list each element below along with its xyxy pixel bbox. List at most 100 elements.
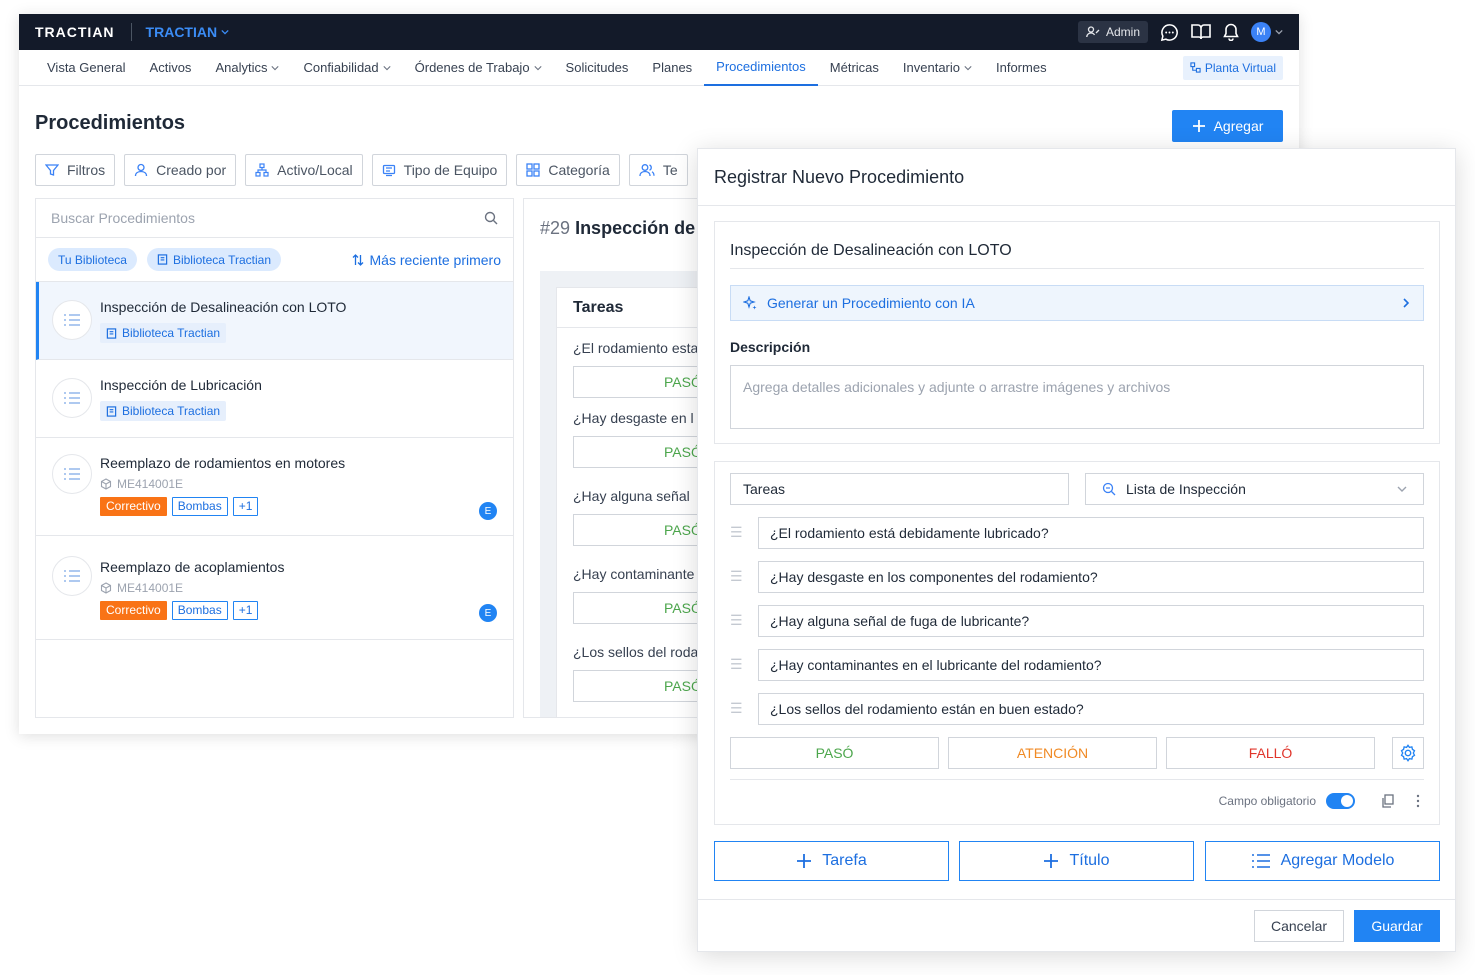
question-input[interactable]: ¿Hay contaminantes en el lubricante del …: [758, 649, 1424, 681]
question-row: ☰ ¿El rodamiento está debidamente lubrica…: [730, 517, 1424, 549]
description-field[interactable]: Agrega detalles adicionales y adjunte o …: [730, 365, 1424, 429]
drag-handle-icon[interactable]: ☰: [730, 613, 743, 627]
bell-icon[interactable]: [1223, 23, 1239, 41]
more-vertical-icon[interactable]: [1413, 794, 1423, 808]
more-tag[interactable]: +1: [232, 497, 259, 516]
more-tag[interactable]: +1: [232, 601, 259, 620]
nav-procedimientos[interactable]: Procedimientos: [704, 50, 818, 86]
procedure-title: Inspección de: [575, 218, 696, 238]
nav-solicitudes[interactable]: Solicitudes: [554, 50, 641, 86]
procedure-name-input[interactable]: Inspección de Desalineación con LOTO: [730, 242, 1424, 269]
company-selector[interactable]: TRACTIAN: [146, 24, 230, 40]
sort-button[interactable]: Más reciente primero: [352, 252, 501, 268]
add-model-button[interactable]: Agregar Modelo: [1205, 841, 1440, 881]
nav-ordenes[interactable]: Órdenes de Trabajo: [403, 50, 554, 86]
sparkle-icon: [743, 296, 757, 310]
generate-ai-button[interactable]: Generar un Procedimiento con IA: [730, 285, 1424, 321]
book-icon[interactable]: [1191, 23, 1211, 41]
library-badge: Biblioteca Tractian: [100, 401, 227, 421]
chevron-down-icon[interactable]: [1275, 28, 1283, 36]
list-item[interactable]: Inspección de Desalineación con LOTO Bib…: [36, 282, 513, 360]
chevron-down-icon: [221, 29, 229, 35]
list-item[interactable]: Inspección de Lubricación Biblioteca Tra…: [36, 360, 513, 438]
question-input[interactable]: ¿El rodamiento está debidamente lubricad…: [758, 517, 1424, 549]
task-question: ¿Hay alguna señal: [573, 488, 690, 504]
nav-inventario[interactable]: Inventario: [891, 50, 984, 86]
nav-label: Procedimientos: [716, 59, 806, 74]
nav-planes[interactable]: Planes: [640, 50, 704, 86]
drag-handle-icon[interactable]: ☰: [730, 525, 743, 539]
drag-handle-icon[interactable]: ☰: [730, 701, 743, 715]
badge-row: Biblioteca Tractian: [100, 323, 513, 344]
option-fail[interactable]: FALLÓ: [1166, 737, 1375, 769]
assignee-avatar: E: [479, 502, 497, 520]
type-tag: Correctivo: [100, 601, 167, 620]
add-button[interactable]: Agregar: [1172, 110, 1283, 142]
chat-icon[interactable]: [1160, 23, 1179, 42]
task-question: ¿Hay contaminante: [573, 566, 695, 582]
list-item[interactable]: Reemplazo de rodamientos en motores ME41…: [36, 438, 513, 536]
filter-label: Filtros: [67, 162, 106, 178]
task-type-select[interactable]: Lista de Inspección: [1085, 473, 1424, 505]
code-label: ME414001E: [117, 477, 184, 491]
description-label: Descripción: [730, 339, 811, 355]
settings-button[interactable]: [1392, 737, 1424, 769]
inspection-icon: [1102, 482, 1116, 496]
drag-handle-icon[interactable]: ☰: [730, 569, 743, 583]
filter-bar: Filtros Creado por Activo/Local Tipo de …: [35, 154, 688, 186]
question-input[interactable]: ¿Hay alguna señal de fuga de lubricante?: [758, 605, 1424, 637]
filter-asset-location[interactable]: Activo/Local: [245, 154, 363, 186]
nav-analytics[interactable]: Analytics: [203, 50, 291, 86]
user-avatar[interactable]: M: [1251, 22, 1271, 42]
add-task-button[interactable]: Tarefa: [714, 841, 949, 881]
company-name: TRACTIAN: [145, 24, 218, 40]
library-tab-tractian[interactable]: Biblioteca Tractian: [146, 248, 281, 271]
procedure-name: Inspección de Desalineación con LOTO: [100, 299, 347, 315]
library-icon: [157, 254, 168, 265]
procedure-number: #29: [540, 218, 571, 238]
plus-icon: [797, 854, 812, 868]
library-tab-mine[interactable]: Tu Biblioteca: [48, 248, 137, 271]
procedure-list-panel: Buscar Procedimientos Tu Biblioteca Bibl…: [35, 198, 514, 718]
chevron-right-icon: [1403, 298, 1410, 308]
required-toggle[interactable]: [1326, 793, 1355, 809]
task-name-input[interactable]: Tareas: [730, 473, 1069, 505]
library-badge: Biblioteca Tractian: [100, 323, 227, 343]
list-icon: [52, 454, 92, 494]
nav-vista-general[interactable]: Vista General: [35, 50, 138, 86]
question-input[interactable]: ¿Los sellos del rodamiento están en buen…: [758, 693, 1424, 725]
task-type-value: Lista de Inspección: [1126, 481, 1246, 497]
nav-confiabilidad[interactable]: Confiabilidad: [291, 50, 402, 86]
nav-activos[interactable]: Activos: [138, 50, 204, 86]
list-item[interactable]: Reemplazo de acoplamientos ME414001E Cor…: [36, 536, 513, 640]
nav-informes[interactable]: Informes: [984, 50, 1059, 86]
chevron-down-icon: [1397, 486, 1407, 492]
nav-metricas[interactable]: Métricas: [818, 50, 891, 86]
admin-button[interactable]: Admin: [1077, 21, 1148, 43]
filter-button[interactable]: Filtros: [35, 154, 116, 186]
copy-icon[interactable]: [1381, 794, 1395, 808]
save-button[interactable]: Guardar: [1354, 910, 1440, 942]
network-icon: [1190, 62, 1201, 73]
filter-team[interactable]: Te: [628, 154, 688, 186]
question-input[interactable]: ¿Hay desgaste en los componentes del rod…: [758, 561, 1424, 593]
procedure-name: Inspección de Lubricación: [100, 377, 262, 393]
filter-equipment-type[interactable]: Tipo de Equipo: [371, 154, 508, 186]
virtual-plant-button[interactable]: Planta Virtual: [1182, 55, 1283, 80]
filter-category[interactable]: Categoría: [516, 154, 620, 186]
assignee-avatar: E: [479, 604, 497, 622]
virtual-plant-label: Planta Virtual: [1204, 60, 1276, 75]
search-input[interactable]: Buscar Procedimientos: [36, 199, 513, 238]
user-icon: [134, 163, 148, 177]
option-pass[interactable]: PASÓ: [730, 737, 939, 769]
drag-handle-icon[interactable]: ☰: [730, 657, 743, 671]
filter-created-by[interactable]: Creado por: [124, 154, 237, 186]
option-attention[interactable]: ATENCIÓN: [948, 737, 1157, 769]
nav-label: Activos: [149, 60, 192, 75]
cancel-button[interactable]: Cancelar: [1254, 910, 1344, 942]
add-title-button[interactable]: Título: [959, 841, 1194, 881]
question-row: ☰ ¿Hay desgaste en los componentes del ro…: [730, 561, 1424, 593]
page-title: Procedimientos: [35, 112, 186, 134]
category-tag: Bombas: [171, 497, 228, 516]
badge-row: Biblioteca Tractian: [100, 401, 513, 422]
